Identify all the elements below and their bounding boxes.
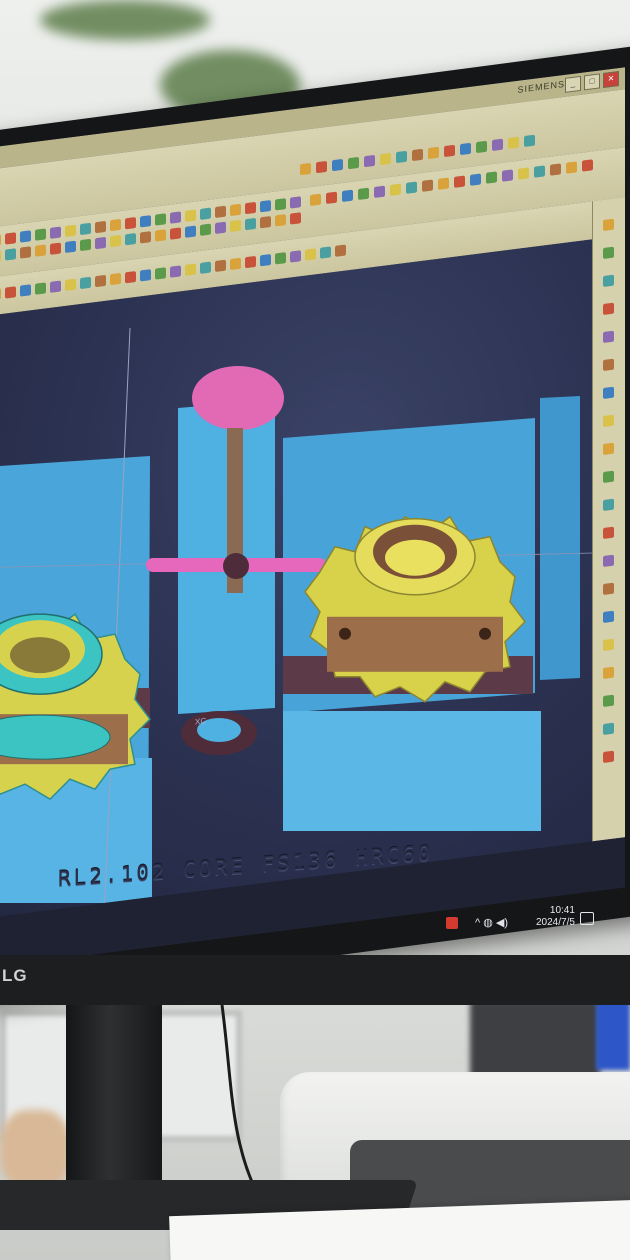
photo-scene: SIEMENS _ □ ✕ XC RL2.102 CORE FS136 HRC6… — [0, 0, 630, 1260]
monitor-stand-neck — [66, 1005, 162, 1195]
